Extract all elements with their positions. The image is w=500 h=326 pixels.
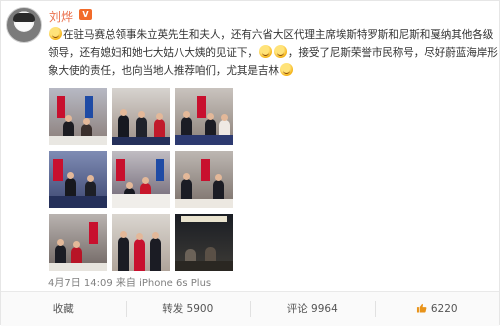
avatar-hair [13,13,35,22]
smile-emoji-icon [273,45,287,58]
content-line-1: 在驻马赛总领事朱立英先生和夫人，还有六省大区代理主席埃斯特罗斯和尼斯和戛纳其他各… [48,26,493,44]
photo-thumbnail-8[interactable] [112,214,170,271]
like-count: 6220 [430,303,458,315]
thumbs-up-icon [416,303,427,313]
content-line-3: 象大使的责任，也向当地人推荐咱们，尤其是吉林 [48,62,488,80]
content-line-2: 领导，还有媳妇和她七大姑八大姨的见证下， ，接受了尼斯荣誉市民称号，尽好蔚蓝海岸形 [48,44,498,62]
photo-thumbnail-3[interactable] [175,88,233,145]
username-link[interactable]: 刘烨 [49,8,73,25]
photo-thumbnail-5[interactable] [112,151,170,208]
content-text-4: 象大使的责任，也向当地人推荐咱们，尤其是吉林 [48,65,279,77]
comment-button[interactable]: 评论 9964 [250,292,375,326]
weibo-post-card: 刘烨 V 在驻马赛总领事朱立英先生和夫人，还有六省大区代理主席埃斯特罗斯和尼斯和… [0,0,500,326]
vip-badge-icon: V [79,9,92,20]
smile-emoji-icon [49,27,62,40]
photo-thumbnail-1[interactable] [49,88,107,145]
smile-emoji-icon [258,45,272,58]
photo-thumbnail-9[interactable] [175,214,233,271]
like-button[interactable]: 6220 [374,292,500,326]
avatar[interactable] [6,7,42,43]
favorite-button[interactable]: 收藏 [1,292,126,326]
content-text-3: ，接受了尼斯荣誉市民称号，尽好蔚蓝海岸形 [287,47,498,59]
photo-thumbnail-6[interactable] [175,151,233,208]
smile-emoji-icon [279,63,293,76]
post-content: 在驻马赛总领事朱立英先生和夫人，还有六省大区代理主席埃斯特罗斯和尼斯和戛纳其他各… [48,26,498,80]
photo-thumbnail-2[interactable] [112,88,170,145]
repost-button[interactable]: 转发 5900 [125,292,251,326]
content-text-2: 领导，还有媳妇和她七大姑八大姨的见证下， [48,47,258,59]
content-text-1: 在驻马赛总领事朱立英先生和夫人，还有六省大区代理主席埃斯特罗斯和尼斯和戛纳其他各… [63,29,494,41]
photo-thumbnail-4[interactable] [49,151,107,208]
post-meta: 4月7日 14:09 来自 iPhone 6s Plus [48,278,212,289]
action-bar: 收藏 转发 5900 评论 9964 6220 [1,291,499,326]
photo-thumbnail-7[interactable] [49,214,107,271]
